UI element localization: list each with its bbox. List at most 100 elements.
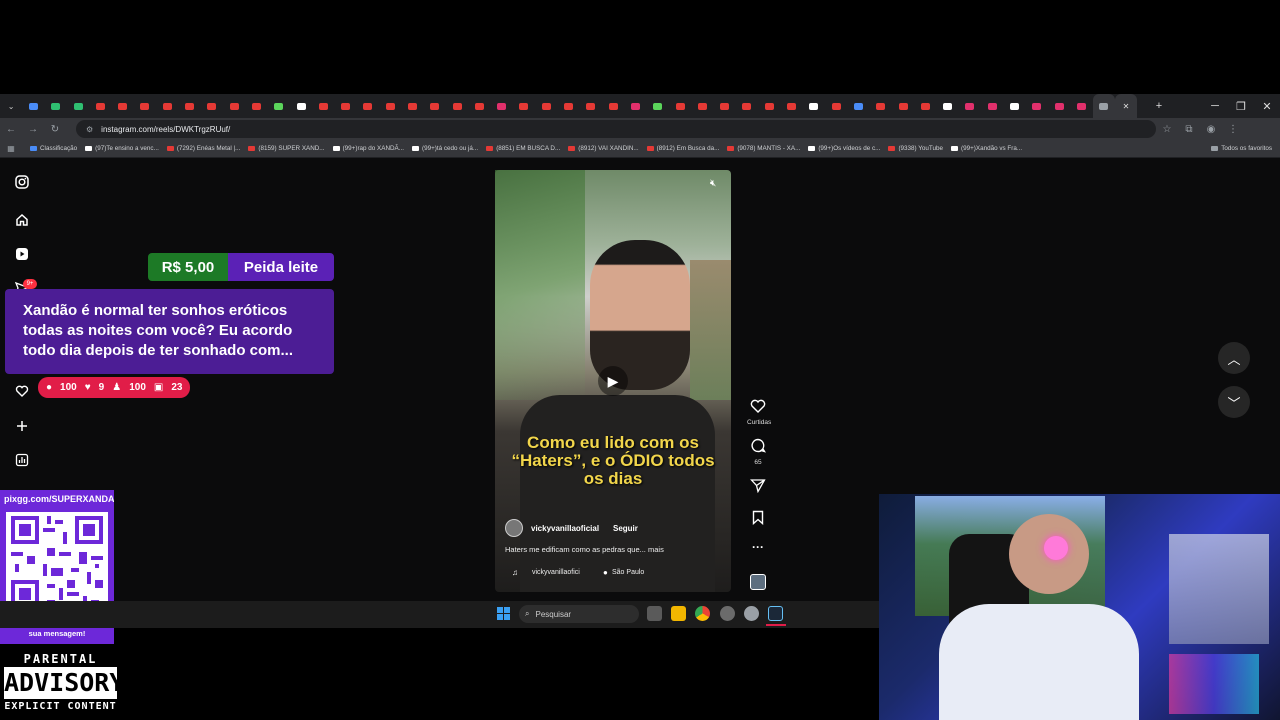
browser-tab[interactable]: [201, 94, 223, 118]
windows-start-icon[interactable]: [497, 607, 510, 625]
next-reel-chevron-down-icon[interactable]: ﹀: [1218, 386, 1250, 418]
browser-tab[interactable]: [491, 94, 513, 118]
bookmark-item[interactable]: (99+)Xandão vs Fra...: [951, 145, 1022, 152]
follow-button[interactable]: Seguir: [613, 524, 638, 533]
location-link[interactable]: São Paulo: [612, 569, 644, 576]
author-username[interactable]: vickyvanillaoficial: [531, 524, 599, 533]
browser-tab[interactable]: [736, 94, 758, 118]
browser-tab[interactable]: [1092, 94, 1115, 118]
browser-tab[interactable]: [111, 94, 133, 118]
bookmark-item[interactable]: Classificação: [30, 145, 77, 152]
browser-tab[interactable]: [312, 94, 334, 118]
audio-thumbnail[interactable]: [750, 574, 766, 590]
close-tab-icon[interactable]: ✕: [1114, 94, 1138, 118]
heart-icon[interactable]: [750, 399, 766, 413]
browser-tab[interactable]: [1070, 94, 1092, 118]
browser-tab[interactable]: [1026, 94, 1048, 118]
dashboard-icon[interactable]: [14, 452, 30, 468]
close-window-button[interactable]: ✕: [1254, 100, 1280, 113]
new-tab-button[interactable]: +: [1146, 100, 1172, 112]
taskbar-search[interactable]: ⌕ Pesquisar: [519, 605, 639, 623]
bookmark-item[interactable]: (8159) SUPER XAND...: [248, 145, 325, 152]
browser-tab[interactable]: [847, 94, 869, 118]
browser-tab[interactable]: [557, 94, 579, 118]
comment-icon[interactable]: [750, 438, 767, 453]
browser-tab[interactable]: [178, 94, 200, 118]
bookmark-item[interactable]: (97)Te ensino a venc...: [85, 145, 159, 152]
browser-tab[interactable]: [134, 94, 156, 118]
browser-tab[interactable]: [513, 94, 535, 118]
all-bookmarks-folder[interactable]: Todos os favoritos: [1211, 145, 1272, 152]
mute-icon[interactable]: 🔇︎: [710, 178, 716, 189]
reel-description[interactable]: Haters me edificam como as pedras que...…: [505, 545, 664, 554]
music-link[interactable]: vickyvanillaofici: [532, 569, 580, 576]
file-explorer-icon[interactable]: [671, 606, 686, 621]
browser-tab[interactable]: [892, 94, 914, 118]
browser-tab[interactable]: [446, 94, 468, 118]
home-icon[interactable]: [14, 212, 30, 228]
comment-action[interactable]: 65: [747, 438, 769, 466]
play-button[interactable]: ▶: [598, 366, 628, 396]
browser-tab[interactable]: [825, 94, 847, 118]
maximize-button[interactable]: ❐: [1228, 100, 1254, 113]
chrome-icon[interactable]: [695, 606, 710, 621]
browser-tab[interactable]: [714, 94, 736, 118]
url-field[interactable]: ⚙ instagram.com/reels/DWKTrgzRUuf/: [76, 120, 1156, 138]
browser-tab[interactable]: [290, 94, 312, 118]
bookmark-item[interactable]: (8851) EM BUSCA D...: [486, 145, 560, 152]
browser-tab[interactable]: [669, 94, 691, 118]
browser-tab[interactable]: [803, 94, 825, 118]
browser-tab[interactable]: [357, 94, 379, 118]
extensions-icon[interactable]: ⧉: [1178, 124, 1200, 135]
browser-tab[interactable]: [223, 94, 245, 118]
browser-tab[interactable]: [691, 94, 713, 118]
instagram-logo-icon[interactable]: [14, 174, 30, 190]
minimize-button[interactable]: ─: [1202, 100, 1228, 112]
browser-tab[interactable]: [468, 94, 490, 118]
bookmark-item[interactable]: (9338) YouTube: [888, 145, 943, 152]
browser-tab[interactable]: [1048, 94, 1070, 118]
profile-avatar[interactable]: ◉: [1200, 124, 1222, 135]
browser-tab[interactable]: [67, 94, 89, 118]
menu-icon[interactable]: ⋮: [1222, 124, 1244, 135]
browser-tab[interactable]: [624, 94, 646, 118]
site-info-icon[interactable]: ⚙: [86, 125, 93, 134]
like-action[interactable]: Curtidas: [747, 399, 771, 426]
browser-tab[interactable]: [401, 94, 423, 118]
share-icon[interactable]: [747, 478, 769, 498]
steam-icon[interactable]: [768, 606, 783, 621]
bookmark-item[interactable]: (99+)tá cedo ou já...: [412, 145, 478, 152]
browser-tab[interactable]: [981, 94, 1003, 118]
bookmark-star-icon[interactable]: ☆: [1156, 124, 1178, 135]
forward-icon[interactable]: →: [22, 124, 44, 135]
browser-tab[interactable]: [758, 94, 780, 118]
app-icon[interactable]: [720, 606, 735, 621]
bookmark-item[interactable]: (8912) Em Busca da...: [646, 145, 719, 152]
bookmark-item[interactable]: (8912) VAI XANDIN...: [568, 145, 639, 152]
browser-tab[interactable]: [535, 94, 557, 118]
reels-icon[interactable]: [14, 246, 30, 262]
tab-search-chevron-icon[interactable]: ⌄: [0, 94, 22, 118]
browser-tab[interactable]: [870, 94, 892, 118]
bookmark-item[interactable]: (7292) Enéas Metal |...: [166, 145, 240, 152]
author-avatar[interactable]: [505, 519, 523, 537]
settings-gear-icon[interactable]: [744, 606, 759, 621]
bookmark-item[interactable]: (99+)rap do XANDÃ...: [332, 145, 404, 152]
browser-tab[interactable]: [89, 94, 111, 118]
create-plus-icon[interactable]: [14, 418, 30, 434]
browser-tab[interactable]: [780, 94, 802, 118]
browser-tab[interactable]: [647, 94, 669, 118]
notifications-heart-icon[interactable]: [14, 383, 30, 399]
browser-tab[interactable]: [245, 94, 267, 118]
previous-reel-chevron-up-icon[interactable]: ︿: [1218, 342, 1250, 374]
browser-tab[interactable]: [268, 94, 290, 118]
bookmark-item[interactable]: (9078) MANTIS - XA...: [727, 145, 800, 152]
browser-tab[interactable]: [156, 94, 178, 118]
bookmark-item[interactable]: (99+)Os vídeos de c...: [808, 145, 880, 152]
save-bookmark-icon[interactable]: [747, 510, 769, 530]
browser-tab[interactable]: [580, 94, 602, 118]
browser-tab[interactable]: [959, 94, 981, 118]
browser-tab[interactable]: [45, 94, 67, 118]
browser-tab[interactable]: [334, 94, 356, 118]
browser-tab[interactable]: [602, 94, 624, 118]
